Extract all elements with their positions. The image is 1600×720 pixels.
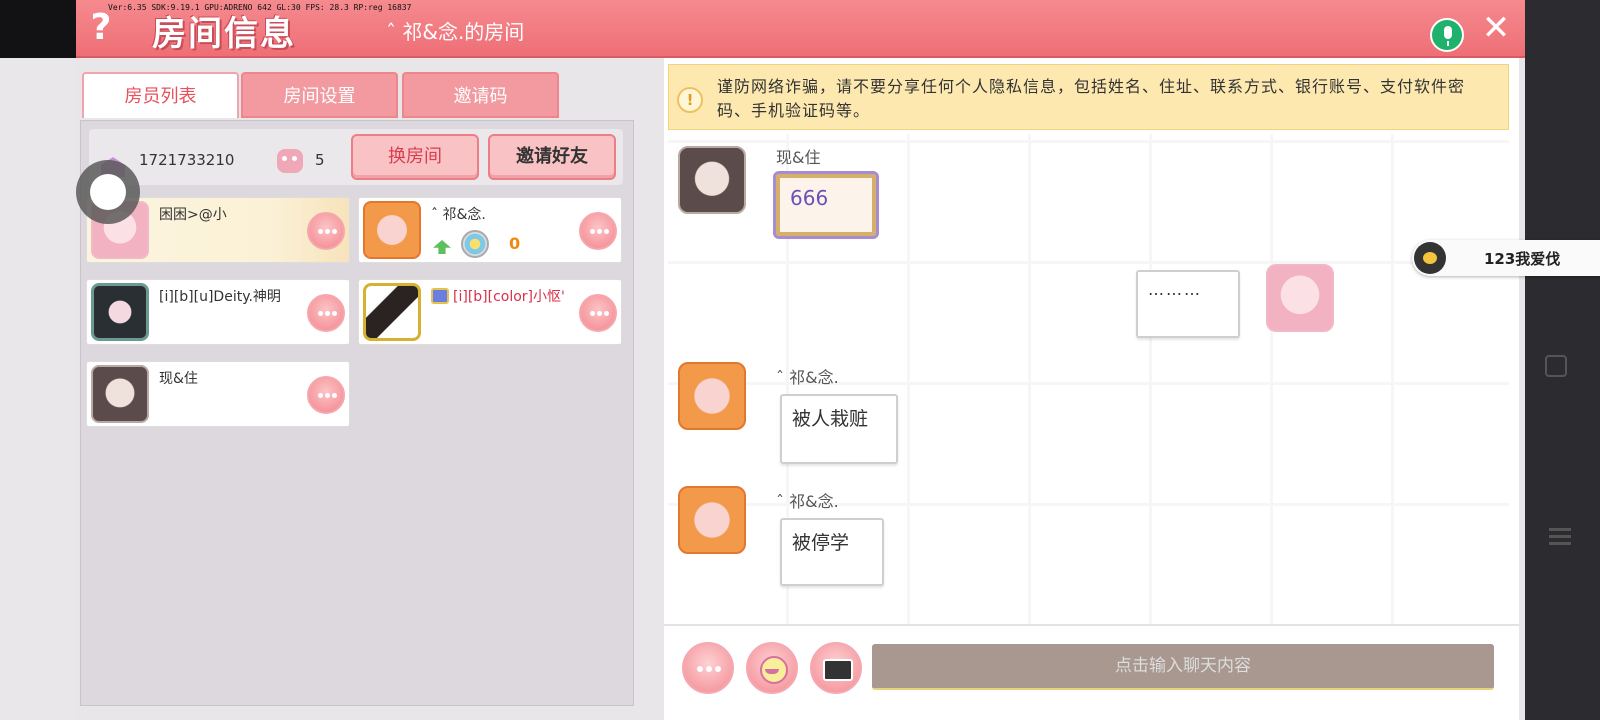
avatar	[91, 283, 149, 341]
help-button[interactable]: ?	[86, 6, 116, 50]
message-bubble: 被人栽赃	[780, 394, 898, 464]
member-list-area: 1721733210 5 换房间 邀请好友 困困>@小 ˆ 祁&念. 0 [i]…	[80, 120, 634, 706]
level-up-icon	[433, 240, 451, 254]
message-bubble: 666	[773, 171, 879, 239]
avatar	[363, 201, 421, 259]
microphone-icon[interactable]	[1430, 18, 1464, 52]
background-right	[1525, 0, 1600, 720]
dialog-header: Ver:6.35 SDK:9.19.1 GPU:ADRENO 642 GL:30…	[76, 0, 1525, 58]
chat-input-bar: 点击输入聊天内容	[664, 624, 1519, 720]
change-room-button[interactable]: 换房间	[351, 134, 479, 180]
close-button[interactable]: ✕	[1476, 8, 1516, 48]
member-card[interactable]: [i][b][u]Deity.神明	[86, 279, 350, 345]
tab-invite-code[interactable]: 邀请码	[402, 72, 559, 118]
avatar	[678, 486, 746, 554]
background-left	[0, 0, 76, 720]
avatar	[678, 146, 746, 214]
message-bubble: 被停学	[780, 518, 884, 586]
chat-messages-area[interactable]: 现&住 666 ……… ˆ 祁&念. 被人栽赃 ˆ 祁&念. 被停学	[668, 134, 1509, 624]
background-left-lower	[0, 58, 76, 720]
side-notification-chip[interactable]: 123我爱伐	[1412, 240, 1600, 276]
room-info-dialog: Ver:6.35 SDK:9.19.1 GPU:ADRENO 642 GL:30…	[76, 0, 1525, 720]
side-chip-text: 123我爱伐	[1484, 250, 1561, 268]
member-count: 5	[315, 151, 325, 169]
warning-text: 谨防网络诈骗，请不要分享任何个人隐私信息，包括姓名、住址、联系方式、银行账号、支…	[717, 77, 1466, 120]
member-card[interactable]: 现&住	[86, 361, 350, 427]
member-name: 困困>@小	[159, 207, 227, 223]
more-options-icon[interactable]	[579, 212, 617, 250]
message-sender: ˆ 祁&念.	[776, 368, 839, 387]
more-options-icon[interactable]	[307, 376, 345, 414]
tab-member-list[interactable]: 房员列表	[82, 72, 239, 118]
avatar	[678, 362, 746, 430]
dialog-title: 房间信息	[152, 14, 296, 54]
floating-assist-handle[interactable]	[76, 160, 140, 224]
member-card[interactable]: ˆ 祁&念. 0	[358, 197, 622, 263]
member-name: ˆ 祁&念.	[431, 207, 486, 223]
message-sender: 现&住	[776, 148, 821, 167]
member-name: [i][b][u]Deity.神明	[159, 289, 281, 305]
member-name: 现&住	[159, 371, 198, 387]
background-menu-icon	[1549, 528, 1571, 531]
room-info-bar: 1721733210 5 换房间 邀请好友	[89, 129, 623, 185]
badge-icon	[461, 230, 489, 258]
avatar	[363, 283, 421, 341]
whistle-icon	[1414, 242, 1446, 274]
member-card[interactable]: [i][b][color]小怄'	[358, 279, 622, 345]
background-square-icon	[1545, 355, 1567, 377]
chat-input[interactable]: 点击输入聊天内容	[872, 644, 1494, 690]
emoji-icon[interactable]	[746, 642, 798, 694]
warning-icon: !	[677, 87, 703, 113]
avatar	[1266, 264, 1334, 332]
card-icon[interactable]	[810, 642, 862, 694]
message-sender: ˆ 祁&念.	[776, 492, 839, 511]
more-options-icon[interactable]	[307, 294, 345, 332]
badge-count: 0	[509, 234, 521, 253]
tab-room-settings[interactable]: 房间设置	[241, 72, 398, 118]
more-icon[interactable]	[682, 642, 734, 694]
fraud-warning-bar: ! 谨防网络诈骗，请不要分享任何个人隐私信息，包括姓名、住址、联系方式、银行账号…	[668, 64, 1509, 130]
more-options-icon[interactable]	[307, 212, 345, 250]
people-icon	[277, 149, 303, 173]
invite-friend-button[interactable]: 邀请好友	[488, 134, 616, 180]
background-left-band	[0, 0, 76, 58]
message-bubble: ………	[1136, 270, 1240, 338]
more-options-icon[interactable]	[579, 294, 617, 332]
mail-icon	[431, 288, 449, 304]
member-name: [i][b][color]小怄'	[453, 289, 565, 305]
member-panel: 房员列表 房间设置 邀请码 1721733210 5 换房间 邀请好友 困困>@…	[76, 58, 654, 720]
room-name: ˆ 祁&念.的房间	[386, 20, 525, 44]
avatar	[91, 365, 149, 423]
room-id: 1721733210	[139, 151, 235, 169]
chat-panel: ! 谨防网络诈骗，请不要分享任何个人隐私信息，包括姓名、住址、联系方式、银行账号…	[664, 58, 1519, 720]
